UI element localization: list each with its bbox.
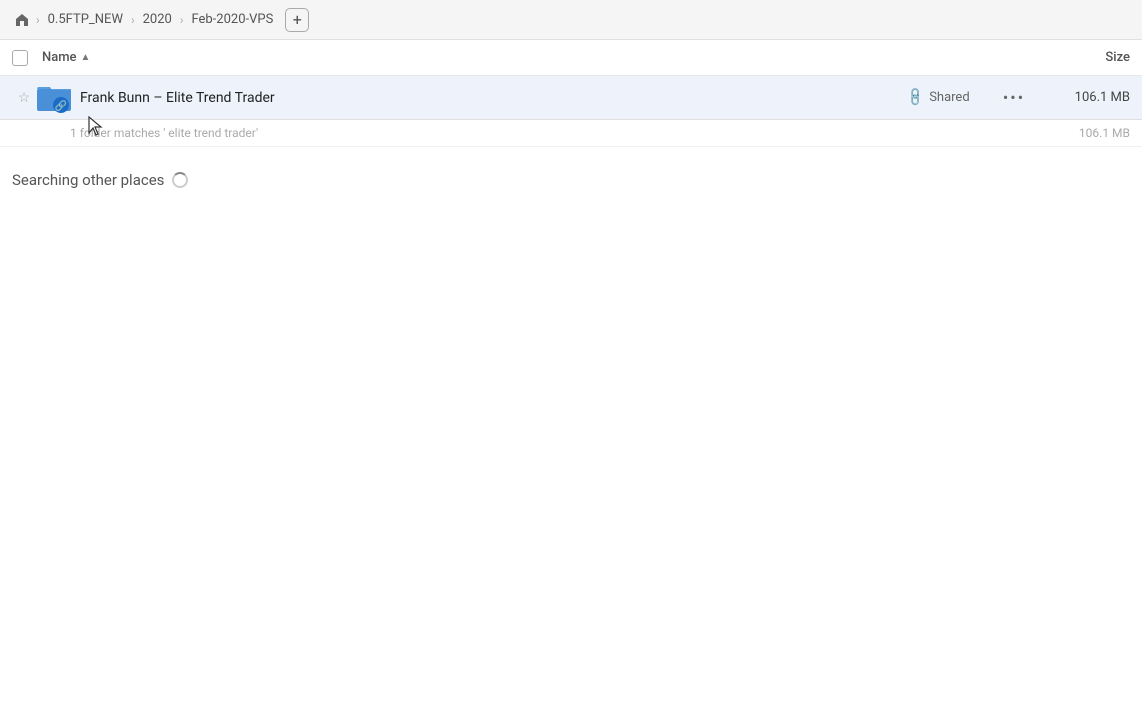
match-info-row: 1 folder matches ' elite trend trader' 1… [0,120,1142,147]
match-text: 1 folder matches ' elite trend trader' [70,126,258,140]
file-size: 106.1 MB [1030,90,1130,105]
shared-label: Shared [929,90,969,105]
sort-arrow-icon: ▲ [81,52,91,63]
star-icon[interactable]: ☆ [12,90,36,106]
separator-2: › [131,13,135,27]
more-options-button[interactable]: ••• [998,88,1030,107]
select-all-checkbox-col [12,50,42,66]
file-name: Frank Bunn – Elite Trend Trader [80,90,908,106]
searching-section: Searching other places [0,147,1142,201]
breadcrumb-item-0[interactable]: 0.5FTP_NEW [44,10,127,29]
select-all-checkbox[interactable] [12,50,28,66]
loading-spinner [172,172,188,188]
link-icon: 🔗 [905,86,927,108]
match-size: 106.1 MB [1079,126,1130,140]
home-icon[interactable] [12,10,32,30]
add-tab-button[interactable]: + [285,8,309,32]
breadcrumb: › 0.5FTP_NEW › 2020 › Feb-2020-VPS + [12,8,309,32]
folder-icon: 🔗 [36,80,72,116]
searching-label: Searching other places [12,171,164,189]
name-label: Name [42,50,77,65]
column-headers: Name ▲ Size [0,40,1142,76]
name-column-header[interactable]: Name ▲ [42,50,1010,65]
separator-3: › [180,13,184,27]
separator-1: › [36,13,40,27]
size-column-header[interactable]: Size [1010,50,1130,65]
breadcrumb-item-2[interactable]: Feb-2020-VPS [187,10,277,29]
file-row[interactable]: ☆ 🔗 Frank Bunn – Elite Trend Trader 🔗 Sh… [0,76,1142,120]
breadcrumb-item-1[interactable]: 2020 [139,10,176,29]
toolbar: › 0.5FTP_NEW › 2020 › Feb-2020-VPS + [0,0,1142,40]
svg-text:🔗: 🔗 [55,99,68,112]
shared-badge: 🔗 Shared [908,90,998,105]
